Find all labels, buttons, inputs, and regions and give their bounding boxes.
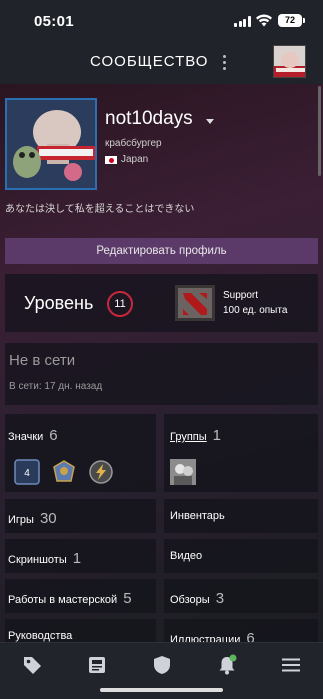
notification-dot (229, 654, 237, 662)
more-vertical-icon[interactable] (221, 54, 229, 72)
cellular-signal-icon (234, 16, 251, 27)
tile-screenshots[interactable]: Скриншоты 1 (5, 539, 156, 573)
shield-icon[interactable] (150, 653, 174, 677)
profile-summary: あなたは決して私を超えることはできない (5, 204, 195, 215)
tile-badges-label: Значки (8, 431, 44, 443)
featured-badge-xp: 100 ед. опыта (223, 305, 288, 316)
level-panel[interactable]: Уровень 11 Support 100 ед. опыта (5, 274, 318, 332)
tile-screenshots-count: 1 (72, 550, 82, 567)
group-avatar[interactable] (170, 459, 196, 485)
wifi-icon (256, 14, 272, 27)
badge-level-value: 4 (24, 468, 30, 479)
tag-icon[interactable] (20, 653, 44, 677)
bell-icon[interactable] (215, 653, 239, 677)
profile-country: Japan (121, 154, 149, 165)
tile-games[interactable]: Игры 30 (5, 499, 156, 533)
tile-workshop-label: Работы в мастерской (8, 594, 118, 606)
clock: 05:01 (34, 13, 74, 30)
menu-icon[interactable] (279, 653, 303, 677)
last-online: В сети: 17 дн. назад (9, 381, 103, 392)
tile-reviews[interactable]: Обзоры 3 (164, 579, 318, 613)
tile-workshop-count: 5 (123, 590, 132, 607)
tile-groups-label[interactable]: Группы (170, 431, 207, 443)
tile-videos-label: Видео (170, 550, 203, 562)
tile-workshop[interactable]: Работы в мастерской 5 (5, 579, 156, 613)
edit-profile-button[interactable]: Редактировать профиль (5, 238, 318, 264)
badge-level-icon[interactable]: 4 (14, 459, 40, 485)
featured-badge-name: Support (223, 290, 259, 301)
news-icon[interactable] (85, 653, 109, 677)
tile-badges-count: 6 (49, 427, 58, 444)
profile-username[interactable]: not10days (105, 108, 193, 130)
tile-groups-count: 1 (212, 427, 221, 444)
tile-inventory[interactable]: Инвентарь (164, 499, 318, 533)
battery-indicator: 72 (278, 14, 305, 27)
tile-games-label: Игры (8, 514, 34, 526)
scrollbar[interactable] (318, 86, 321, 176)
profile-real-name: крабсбургер (105, 138, 162, 149)
tile-guides-label: Руководства (8, 630, 73, 642)
dota-badge-icon (175, 285, 215, 321)
japan-flag-icon (105, 156, 117, 164)
profile-avatar[interactable] (5, 98, 97, 190)
badge-service-icon[interactable] (51, 459, 77, 485)
tile-videos[interactable]: Видео (164, 539, 318, 573)
badge-lightning-icon[interactable] (88, 459, 114, 485)
tile-screenshots-label: Скриншоты (8, 554, 67, 566)
tile-games-count: 30 (39, 510, 57, 527)
tile-badges[interactable]: Значки 6 4 (5, 414, 156, 492)
chevron-down-icon[interactable] (206, 119, 214, 124)
home-indicator[interactable] (100, 688, 223, 692)
status-bar: 05:01 72 (0, 0, 323, 42)
header-avatar[interactable] (273, 45, 306, 78)
online-status-title: Не в сети (9, 352, 76, 369)
level-badge: 11 (107, 291, 133, 317)
tile-reviews-count: 3 (215, 590, 225, 607)
tile-reviews-label: Обзоры (170, 594, 210, 606)
level-label: Уровень (24, 293, 94, 313)
page-title: СООБЩЕСТВО (90, 53, 209, 70)
tile-groups[interactable]: Группы 1 (164, 414, 318, 492)
tile-inventory-label: Инвентарь (170, 510, 225, 522)
online-status-panel: Не в сети В сети: 17 дн. назад (5, 343, 318, 405)
